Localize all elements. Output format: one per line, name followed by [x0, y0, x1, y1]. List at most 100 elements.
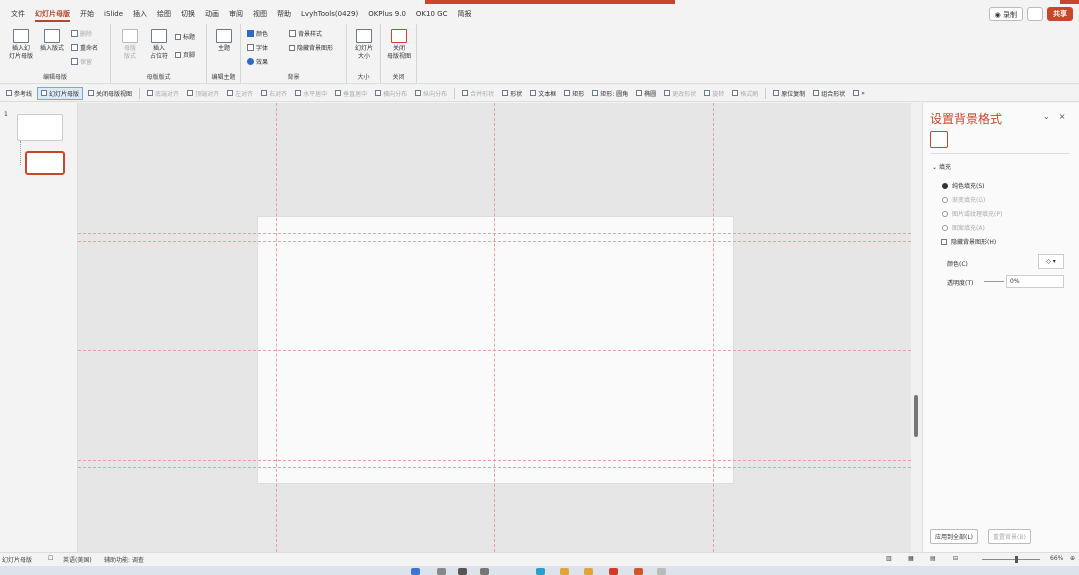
share-button[interactable]: 共享 — [1047, 7, 1073, 21]
bg-styles-dropdown[interactable]: 背景样式 — [289, 29, 322, 38]
color-picker-button[interactable]: ◇ ▾ — [1038, 254, 1064, 269]
status-language[interactable]: 英语(美国) — [63, 555, 92, 564]
insert-master-button[interactable]: 插入幻 灯片母版 — [6, 29, 36, 61]
fill-radio[interactable]: 图片或纹理填充(P) — [942, 209, 1002, 218]
toolbar-button[interactable]: 垂直居中 — [332, 87, 370, 100]
tab-help[interactable]: 帮助 — [272, 4, 296, 24]
hide-bg-checkbox[interactable]: 隐藏背景图形 — [289, 43, 333, 52]
tab-okplus[interactable]: OKPlus 9.0 — [363, 4, 411, 24]
toolbar-button[interactable]: 底端对齐 — [144, 87, 182, 100]
title-checkbox[interactable]: 标题 — [175, 32, 195, 41]
tab-ok10gc[interactable]: OK10 GC — [411, 4, 453, 24]
tab-islide[interactable]: iSlide — [99, 4, 128, 24]
fill-radio[interactable]: 渐变填充(G) — [942, 195, 985, 204]
guide-horizontal[interactable] — [78, 460, 911, 461]
tab-lvyhtools[interactable]: LvyhTools(0429) — [296, 4, 363, 24]
comment-icon[interactable] — [1027, 7, 1043, 21]
toolbar-button[interactable]: 原位复制 — [770, 87, 808, 100]
delete-button[interactable]: 删除 — [71, 29, 92, 38]
effects-dropdown[interactable]: 效果 — [247, 57, 268, 66]
tab-insert[interactable]: 插入 — [128, 4, 152, 24]
theme-button[interactable]: 主题 — [211, 29, 237, 53]
search-icon[interactable] — [437, 568, 446, 575]
toolbar-button[interactable]: 关闭母版视图 — [85, 87, 135, 100]
toolbar-button[interactable]: 纵向分布 — [412, 87, 450, 100]
toolbar-button[interactable]: 组合形状 — [810, 87, 848, 100]
pane-controls[interactable]: ⌄× — [1043, 112, 1074, 121]
close-master-button[interactable]: 关闭 母版视图 — [384, 29, 414, 61]
reset-background-button[interactable]: 重置背景(B) — [988, 529, 1031, 544]
guide-horizontal[interactable] — [78, 233, 911, 234]
tab-transitions[interactable]: 切换 — [176, 4, 200, 24]
tab-review[interactable]: 审阅 — [224, 4, 248, 24]
toolbar-button[interactable]: 更改形状 — [661, 87, 699, 100]
apply-all-button[interactable]: 应用到全部(L) — [930, 529, 979, 544]
transparency-input[interactable]: 0% — [1006, 275, 1064, 288]
taskview-icon[interactable] — [458, 568, 467, 575]
layout-thumbnail[interactable] — [25, 151, 65, 175]
zoom-slider-thumb[interactable] — [1015, 556, 1018, 563]
hide-bg-checkbox[interactable]: 隐藏背景图形(H) — [941, 237, 996, 246]
toolbar-button[interactable]: 横向分布 — [372, 87, 410, 100]
rename-button[interactable]: 重命名 — [71, 43, 98, 52]
toolbar-button[interactable]: » — [850, 87, 868, 100]
guide-horizontal[interactable] — [78, 467, 911, 468]
start-icon[interactable] — [411, 568, 420, 575]
sorter-view-icon[interactable]: ▦ — [908, 555, 914, 562]
toolbar-button[interactable]: 旋转 — [701, 87, 727, 100]
guide-horizontal[interactable] — [78, 350, 911, 351]
toolbar-button[interactable]: 文本框 — [527, 87, 559, 100]
toolbar-button[interactable]: 椭圆 — [633, 87, 659, 100]
record-button[interactable]: ◉ 录制 — [988, 7, 1023, 21]
fill-section-header[interactable]: ⌄ 填充 — [932, 162, 951, 171]
master-layout-button[interactable]: 母版 版式 — [116, 29, 144, 61]
tab-animations[interactable]: 动画 — [200, 4, 224, 24]
master-thumbnail[interactable] — [17, 114, 63, 141]
toolbar-button[interactable]: 矩形 — [561, 87, 587, 100]
status-accessibility[interactable]: 辅助功能: 调查 — [104, 555, 144, 564]
fit-window-icon[interactable]: ⊕ — [1070, 555, 1075, 562]
files-icon[interactable] — [560, 568, 569, 575]
notes-icon[interactable]: ☐ — [48, 555, 53, 562]
fonts-dropdown[interactable]: 字体 — [247, 43, 268, 52]
folder-icon[interactable] — [584, 568, 593, 575]
tab-home[interactable]: 开始 — [75, 4, 99, 24]
zoom-level[interactable]: 66% — [1050, 555, 1063, 562]
toolbar-button[interactable]: 左对齐 — [224, 87, 256, 100]
guide-vertical[interactable] — [494, 103, 495, 552]
transparency-slider[interactable] — [984, 281, 1004, 282]
tab-view[interactable]: 视图 — [248, 4, 272, 24]
toolbar-button[interactable]: 顶端对齐 — [184, 87, 222, 100]
slide-size-button[interactable]: 幻灯片 大小 — [350, 29, 378, 61]
powerpoint-icon[interactable] — [634, 568, 643, 575]
tab-file[interactable]: 文件 — [6, 4, 30, 24]
insert-placeholder-button[interactable]: 插入 占位符 — [144, 29, 174, 61]
app-icon[interactable] — [480, 568, 489, 575]
colors-dropdown[interactable]: 颜色 — [247, 29, 268, 38]
guide-horizontal[interactable] — [78, 241, 911, 242]
normal-view-icon[interactable]: ▥ — [886, 555, 892, 562]
toolbar-button[interactable]: 水平居中 — [292, 87, 330, 100]
toolbar-button[interactable]: 合并形状 — [459, 87, 497, 100]
fill-icon[interactable] — [930, 131, 948, 148]
scrollbar-thumb[interactable] — [914, 395, 918, 437]
fill-radio[interactable]: 图案填充(A) — [942, 223, 985, 232]
app-icon[interactable] — [657, 568, 666, 575]
preserve-button[interactable]: 保留 — [71, 57, 92, 66]
browser-icon[interactable] — [536, 568, 545, 575]
tab-draw[interactable]: 绘图 — [152, 4, 176, 24]
fill-radio[interactable]: 纯色填充(S) — [942, 181, 985, 190]
toolbar-button[interactable]: 矩形: 圆角 — [589, 87, 631, 100]
guide-vertical[interactable] — [713, 103, 714, 552]
zoom-slider[interactable] — [982, 559, 1040, 560]
vertical-scrollbar[interactable] — [911, 103, 921, 552]
slideshow-icon[interactable]: ⊟ — [953, 555, 958, 562]
reading-view-icon[interactable]: ▤ — [930, 555, 936, 562]
toolbar-button[interactable]: 参考线 — [3, 87, 35, 100]
tab-slide-master[interactable]: 幻灯片母版 — [30, 4, 75, 24]
toolbar-button[interactable]: 格式刷 — [729, 87, 761, 100]
app-icon[interactable] — [609, 568, 618, 575]
guide-vertical[interactable] — [276, 103, 277, 552]
toolbar-button[interactable]: 形状 — [499, 87, 525, 100]
insert-layout-button[interactable]: 插入版式 — [37, 29, 67, 53]
